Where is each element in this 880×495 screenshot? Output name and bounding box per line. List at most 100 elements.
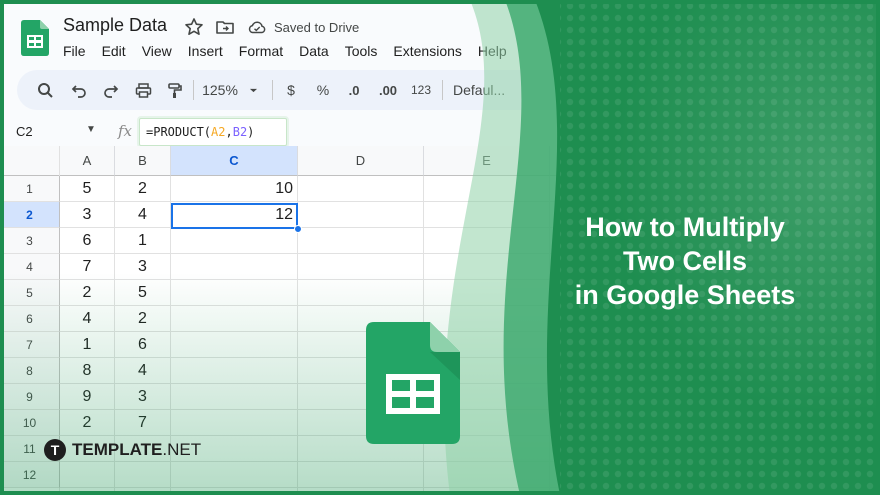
row-header-6[interactable]: 6 [0,306,60,332]
formula-input[interactable]: =PRODUCT(A2,B2) [139,118,287,146]
formula-comma: , [225,125,233,139]
row-header-8[interactable]: 8 [0,358,60,384]
column-header-c[interactable]: C [171,146,298,176]
row-header-12[interactable]: 12 [0,462,60,488]
column-header-filler [550,146,880,176]
cell-c10[interactable] [171,410,297,436]
menu-format[interactable]: Format [239,43,283,59]
select-all-corner[interactable] [0,146,60,176]
cell-b8[interactable]: 4 [115,358,170,384]
cell-a7[interactable]: 1 [60,332,114,358]
cell-b12[interactable] [115,462,170,488]
row-header-10[interactable]: 10 [0,410,60,436]
zoom-dropdown-button[interactable] [245,70,261,110]
row-header-11[interactable]: 11 [0,436,60,462]
menu-insert[interactable]: Insert [188,43,223,59]
cell-b4[interactable]: 3 [115,254,170,280]
cell-a2[interactable]: 3 [60,202,114,228]
cell-c11[interactable] [171,436,297,462]
cell-b5[interactable]: 5 [115,280,170,306]
cell-c12[interactable] [171,462,297,488]
cell-b3[interactable]: 1 [115,228,170,254]
cloud-saved-icon[interactable] [247,17,267,37]
currency-format-button[interactable]: $ [281,70,301,110]
cell-b2[interactable]: 4 [115,202,170,228]
cell-c6[interactable] [171,306,297,332]
formula-ref-a: A2 [211,125,226,139]
cell-c4[interactable] [171,254,297,280]
row-header-7[interactable]: 7 [0,332,60,358]
menu-view[interactable]: View [142,43,172,59]
decrease-decimal-button[interactable]: .0 [341,70,367,110]
font-select[interactable]: Defaul... [453,70,517,110]
menu-file[interactable]: File [63,43,86,59]
row-header-5[interactable]: 5 [0,280,60,306]
row-header-1[interactable]: 1 [0,176,60,202]
menu-edit[interactable]: Edit [102,43,126,59]
undo-icon [71,84,86,98]
toolbar-separator [272,80,273,100]
fill-handle[interactable] [294,225,302,233]
cell-a5[interactable]: 2 [60,280,114,306]
menu-data[interactable]: Data [299,43,329,59]
cell-a4[interactable]: 7 [60,254,114,280]
paint-format-button[interactable] [162,70,186,110]
row-header-4[interactable]: 4 [0,254,60,280]
formula-prefix: =PRODUCT( [146,125,212,139]
increase-decimal-button[interactable]: .00 [373,70,403,110]
toolbar-separator [193,80,194,100]
selected-cell-c2[interactable] [171,203,298,229]
redo-icon [103,84,118,98]
cell-a6[interactable]: 4 [60,306,114,332]
zoom-select[interactable]: 125% [197,70,243,110]
star-icon[interactable] [184,17,204,37]
cell-a11[interactable] [60,436,114,462]
redo-button[interactable] [98,70,122,110]
cell-c7[interactable] [171,332,297,358]
cell-c9[interactable] [171,384,297,410]
column-header-e[interactable]: E [424,146,550,176]
search-menus-button[interactable] [33,70,57,110]
cell-b10[interactable]: 7 [115,410,170,436]
column-header-a[interactable]: A [60,146,115,176]
sheets-logo-icon[interactable] [21,20,49,56]
cell-a8[interactable]: 8 [60,358,114,384]
cell-b1[interactable]: 2 [115,176,170,202]
cell-c3[interactable] [171,228,297,254]
percent-format-button[interactable]: % [313,70,333,110]
cell-b7[interactable]: 6 [115,332,170,358]
number-format-button[interactable]: 123 [408,70,434,110]
cell-c5[interactable] [171,280,297,306]
cell-a1[interactable]: 5 [60,176,114,202]
cell-c1[interactable]: 10 [171,176,297,202]
menu-help[interactable]: Help [478,43,507,59]
cell-a10[interactable]: 2 [60,410,114,436]
row-header-2[interactable]: 2 [0,202,60,228]
cell-a12[interactable] [60,462,114,488]
grid-column-line [297,146,298,495]
cell-c8[interactable] [171,358,297,384]
cell-b6[interactable]: 2 [115,306,170,332]
cell-b11[interactable] [115,436,170,462]
row-header-9[interactable]: 9 [0,384,60,410]
row-header-3[interactable]: 3 [0,228,60,254]
name-box[interactable]: C2 [16,124,33,139]
move-folder-icon[interactable] [215,17,235,37]
menu-extensions[interactable]: Extensions [393,43,461,59]
print-button[interactable] [131,70,155,110]
formula-suffix: ) [247,125,255,139]
dropdown-arrow-icon [249,88,257,92]
document-title[interactable]: Sample Data [63,15,167,36]
spreadsheet-grid[interactable]: A B C D E 1 5 2 10 2 3 4 12 3 6 1 4 7 3 5 2 5 6 4 2 7 1 6 8 8 4 9 9 3 10 2 7… [0,146,880,495]
undo-button[interactable] [67,70,91,110]
cell-a9[interactable]: 9 [60,384,114,410]
name-box-dropdown-icon[interactable]: ▼ [86,124,96,135]
column-header-d[interactable]: D [298,146,424,176]
menu-tools[interactable]: Tools [345,43,378,59]
print-icon [135,82,151,98]
cell-a3[interactable]: 6 [60,228,114,254]
saved-status: Saved to Drive [274,20,360,35]
column-header-b[interactable]: B [115,146,171,176]
cell-b9[interactable]: 3 [115,384,170,410]
menu-bar: File Edit View Insert Format Data Tools … [63,43,523,59]
